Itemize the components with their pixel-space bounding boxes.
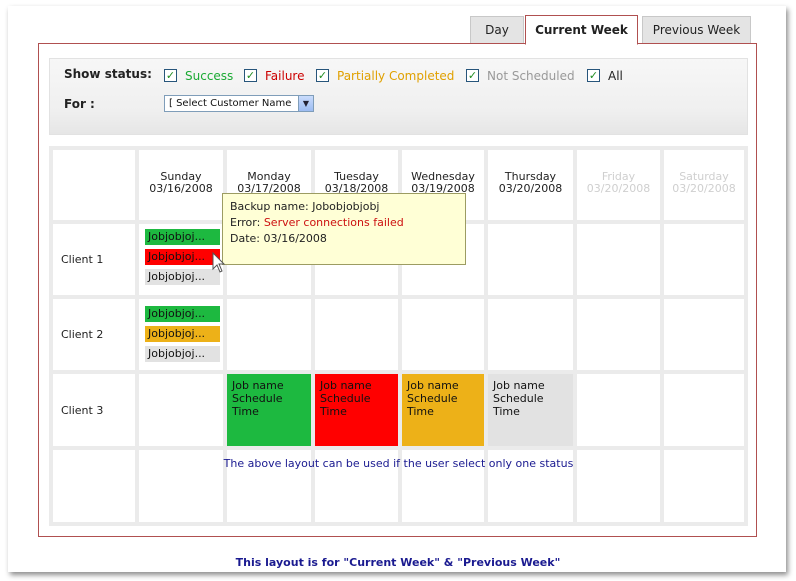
- mouse-cursor-icon: [212, 252, 226, 273]
- client-row-label: Client 3: [53, 374, 135, 446]
- corner-cell: [53, 150, 135, 220]
- day-header-friday: Friday 03/20/2008: [577, 150, 660, 220]
- tab-current-week[interactable]: Current Week: [525, 15, 638, 45]
- chevron-down-icon[interactable]: ▼: [298, 96, 313, 111]
- layout-note: The above layout can be used if the user…: [223, 457, 574, 470]
- job-chip[interactable]: Jobjobjoj...: [145, 346, 220, 362]
- weekly-job-block[interactable]: Job name Schedule Time: [227, 374, 311, 446]
- show-status-label: Show status:: [64, 67, 152, 81]
- view-tabs: Day Current Week Previous Week: [0, 10, 796, 45]
- job-chip[interactable]: Jobjobjoj...: [145, 269, 220, 285]
- for-label: For :: [64, 97, 95, 111]
- job-chip[interactable]: Jobjobjoj...: [145, 306, 220, 322]
- footer-caption: This layout is for "Current Week" & "Pre…: [235, 556, 561, 569]
- tooltip-backup-line: Backup name: Jobobjobjobj: [230, 200, 380, 213]
- weekly-job-block[interactable]: Job name Schedule Time: [315, 374, 398, 446]
- job-chip[interactable]: Jobjobjoj...: [145, 326, 220, 342]
- job-chip[interactable]: Jobjobjoj...: [145, 229, 220, 245]
- status-failure-label: Failure: [265, 69, 305, 83]
- tab-day[interactable]: Day: [470, 16, 524, 43]
- tooltip-date-line: Date: 03/16/2008: [230, 232, 327, 245]
- tooltip-error-line: Error: Server connections failed: [230, 216, 404, 229]
- checkbox-partially-completed[interactable]: ✓: [316, 69, 329, 82]
- checkbox-success[interactable]: ✓: [164, 69, 177, 82]
- day-cell: [664, 374, 744, 446]
- filter-bar: Show status: ✓ Success ✓ Failure ✓ Parti…: [49, 58, 748, 135]
- client-row-label: Client 1: [53, 224, 135, 295]
- day-cell: [315, 299, 398, 370]
- status-partial-label: Partially Completed: [337, 69, 455, 83]
- day-cell: [664, 299, 744, 370]
- checkbox-not-scheduled[interactable]: ✓: [466, 69, 479, 82]
- calendar-panel: Show status: ✓ Success ✓ Failure ✓ Parti…: [38, 43, 757, 537]
- day-header-thursday: Thursday 03/20/2008: [488, 150, 573, 220]
- day-cell: [488, 299, 573, 370]
- client-row-label: Client 2: [53, 299, 135, 370]
- day-cell: [139, 374, 223, 446]
- day-cell: [577, 299, 660, 370]
- weekly-job-block[interactable]: Job name Schedule Time: [488, 374, 573, 446]
- day-cell: [577, 224, 660, 295]
- day-cell: [664, 224, 744, 295]
- job-chip[interactable]: Jobjobjoj...: [145, 249, 220, 265]
- job-tooltip: Backup name: Jobobjobjobj Error: Server …: [222, 193, 466, 265]
- day-cell: [402, 299, 484, 370]
- day-header-saturday: Saturday 03/20/2008: [664, 150, 744, 220]
- tab-previous-week[interactable]: Previous Week: [642, 16, 751, 43]
- day-cell: Jobjobjoj... Jobjobjoj... Jobjobjoj...: [139, 299, 223, 370]
- day-cell: [227, 299, 311, 370]
- customer-select[interactable]: [ Select Customer Name ▼: [164, 95, 314, 112]
- checkbox-failure[interactable]: ✓: [244, 69, 257, 82]
- day-header-sunday: Sunday 03/16/2008: [139, 150, 223, 220]
- day-cell: [488, 224, 573, 295]
- status-all-label: All: [608, 69, 623, 83]
- customer-select-value: [ Select Customer Name: [169, 98, 292, 109]
- day-cell: [577, 374, 660, 446]
- checkbox-all[interactable]: ✓: [587, 69, 600, 82]
- weekly-job-block[interactable]: Job name Schedule Time: [402, 374, 484, 446]
- day-cell: Jobjobjoj... Jobjobjoj... Jobjobjoj...: [139, 224, 223, 295]
- status-success-label: Success: [185, 69, 234, 83]
- status-not-scheduled-label: Not Scheduled: [487, 69, 575, 83]
